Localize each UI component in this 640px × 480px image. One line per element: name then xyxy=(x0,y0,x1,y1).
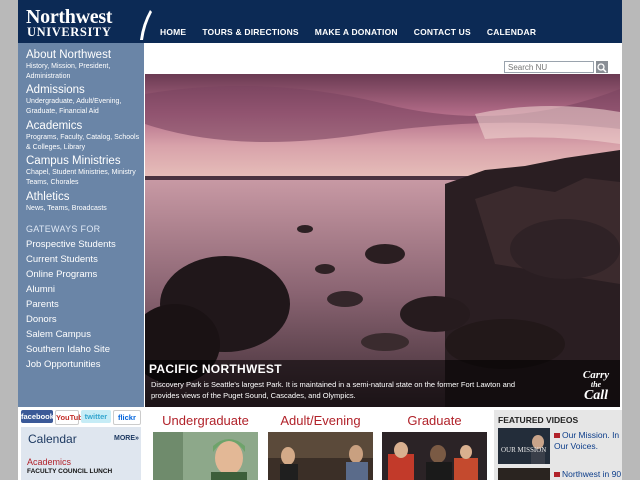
video-thumbnail-2[interactable] xyxy=(498,468,550,480)
gateway-current-students[interactable]: Current Students xyxy=(26,254,98,266)
video-thumbnail-image: OUR MISSION xyxy=(498,428,550,464)
sidebar-item-athletics[interactable]: Athletics News, Teams, Broadcasts xyxy=(26,191,144,214)
search-button[interactable] xyxy=(596,61,608,73)
program-adult-evening-title[interactable]: Adult/Evening xyxy=(268,413,373,428)
graduate-photo xyxy=(382,432,487,480)
twitter-link[interactable]: twitter xyxy=(81,410,111,423)
program-undergraduate-title[interactable]: Undergraduate xyxy=(153,413,258,428)
sidebar-section-desc: Chapel, Student Ministries, Ministry Tea… xyxy=(26,169,136,186)
video-link-label: Our Mission. In Our Voices. xyxy=(554,430,620,451)
hero-caption: PACIFIC NORTHWEST Discovery Park is Seat… xyxy=(145,360,620,407)
video-thumbnail[interactable]: OUR MISSION xyxy=(498,428,550,464)
gateway-parents[interactable]: Parents xyxy=(26,299,59,311)
gateway-salem-campus[interactable]: Salem Campus xyxy=(26,329,91,341)
logo-swoosh-icon xyxy=(140,10,152,40)
gateway-alumni[interactable]: Alumni xyxy=(26,284,55,296)
calendar-more-link[interactable]: MORE» xyxy=(114,435,139,442)
featured-videos-panel: FEATURED VIDEOS OUR MISSION Our Mission.… xyxy=(494,410,622,480)
calendar-widget: Calendar MORE» Academics FACULTY COUNCIL… xyxy=(21,427,141,480)
call-word: Call xyxy=(583,388,609,403)
sidebar-section-desc: Undergraduate, Adult/Evening, Graduate, … xyxy=(26,98,122,115)
gateway-southern-idaho-site[interactable]: Southern Idaho Site xyxy=(26,344,110,356)
hero-photo xyxy=(145,74,620,407)
video-camera-icon xyxy=(554,433,560,438)
video-link-northwest-90[interactable]: Northwest in 90 xyxy=(554,469,621,479)
hero-description: Discovery Park is Seattle's largest Park… xyxy=(151,380,516,400)
header-bar: Northwest UNIVERSITY HOME TOURS & DIRECT… xyxy=(18,0,622,43)
hero-title: PACIFIC NORTHWEST xyxy=(149,362,282,376)
nav-make-donation[interactable]: MAKE A DONATION xyxy=(315,27,398,41)
bottom-section: facebook YouTube twitter flickr Calendar… xyxy=(18,407,622,480)
sidebar-section-title: Athletics xyxy=(26,191,70,203)
graduation-photo xyxy=(268,432,373,480)
facebook-link[interactable]: facebook xyxy=(21,410,54,423)
flickr-link[interactable]: flickr xyxy=(112,410,141,425)
gateway-job-opportunities[interactable]: Job Opportunities xyxy=(26,359,100,371)
nav-tours-directions[interactable]: TOURS & DIRECTIONS xyxy=(202,27,298,41)
logo-subtitle: UNIVERSITY xyxy=(27,25,112,39)
program-graduate-image[interactable] xyxy=(382,432,487,480)
sidebar-section-title: Academics xyxy=(26,120,83,132)
nav-home[interactable]: HOME xyxy=(160,27,186,41)
program-adult-evening-image[interactable] xyxy=(268,432,373,480)
program-undergraduate-image[interactable] xyxy=(153,432,258,480)
gateway-donors[interactable]: Donors xyxy=(26,314,57,326)
sidebar-item-admissions[interactable]: Admissions Undergraduate, Adult/Evening,… xyxy=(26,84,144,117)
sidebar: About Northwest History, Mission, Presid… xyxy=(18,43,144,407)
sidebar-item-campus-ministries[interactable]: Campus Ministries Chapel, Student Minist… xyxy=(26,155,144,188)
program-graduate-title[interactable]: Graduate xyxy=(382,413,487,428)
nav-contact-us[interactable]: CONTACT US xyxy=(414,27,471,41)
carry-the-call-logo: Carry the Call xyxy=(575,370,617,403)
calendar-event[interactable]: FACULTY COUNCIL LUNCH xyxy=(27,468,112,475)
video-link-label: Northwest in 90 xyxy=(562,469,622,479)
gateways-heading: GATEWAYS FOR xyxy=(26,224,101,234)
page-frame: Northwest UNIVERSITY HOME TOURS & DIRECT… xyxy=(18,0,622,480)
gateway-prospective-students[interactable]: Prospective Students xyxy=(26,239,116,251)
calendar-title: Calendar xyxy=(28,432,77,446)
university-logo[interactable]: Northwest UNIVERSITY xyxy=(26,6,152,40)
main-nav: HOME TOURS & DIRECTIONS MAKE A DONATION … xyxy=(160,27,552,41)
sidebar-section-desc: History, Mission, President, Administrat… xyxy=(26,63,111,80)
sidebar-section-desc: Programs, Faculty, Catalog, Schools & Co… xyxy=(26,134,140,151)
sidebar-section-title: About Northwest xyxy=(26,49,112,61)
sidebar-section-desc: News, Teams, Broadcasts xyxy=(26,205,107,212)
social-links: facebook YouTube twitter flickr xyxy=(21,410,141,425)
sidebar-section-title: Admissions xyxy=(26,84,85,96)
search-input[interactable] xyxy=(504,61,594,73)
nav-calendar[interactable]: CALENDAR xyxy=(487,27,536,41)
gateway-online-programs[interactable]: Online Programs xyxy=(26,269,97,281)
youtube-link[interactable]: YouTube xyxy=(55,410,87,425)
featured-videos-title: FEATURED VIDEOS xyxy=(498,415,579,425)
sidebar-section-title: Campus Ministries xyxy=(26,155,121,167)
sidebar-item-academics[interactable]: Academics Programs, Faculty, Catalog, Sc… xyxy=(26,120,144,153)
student-photo xyxy=(153,432,258,480)
calendar-category[interactable]: Academics xyxy=(27,457,71,467)
hero-banner[interactable]: PACIFIC NORTHWEST Discovery Park is Seat… xyxy=(145,74,620,407)
sidebar-item-about[interactable]: About Northwest History, Mission, Presid… xyxy=(26,49,144,82)
search-icon xyxy=(597,63,607,73)
video-thumbnail-text: OUR MISSION xyxy=(501,446,546,454)
video-camera-icon xyxy=(554,472,560,477)
video-link-our-mission[interactable]: Our Mission. In Our Voices. xyxy=(554,430,622,452)
